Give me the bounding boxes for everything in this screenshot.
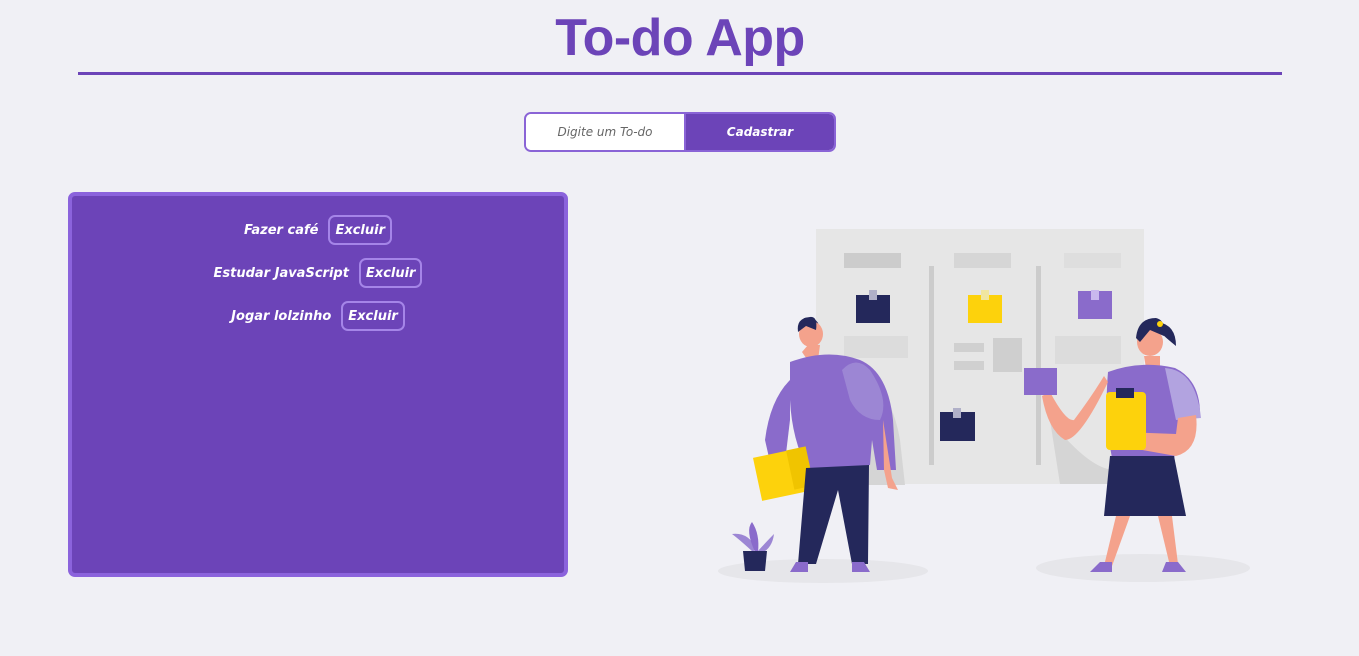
todo-list: Fazer café Excluir Estudar JavaScript Ex… [68,192,568,577]
todo-text: Jogar lolzinho [231,308,332,324]
kanban-board-illustration [718,229,1250,583]
floor-shadow [1036,554,1250,582]
app-title: To-do App [555,9,805,67]
todo-form: Cadastrar [524,112,836,152]
list-item: Estudar JavaScript Excluir [72,257,564,289]
list-item: Fazer café Excluir [72,214,564,246]
delete-button[interactable]: Excluir [358,258,423,288]
app-header: To-do App [78,0,1282,75]
cadastrar-button[interactable]: Cadastrar [686,114,834,150]
delete-button[interactable]: Excluir [328,215,392,245]
todo-text: Estudar JavaScript [213,265,349,281]
list-item: Jogar lolzinho Excluir [72,300,564,332]
delete-button[interactable]: Excluir [341,301,405,331]
todo-text: Fazer café [244,222,319,238]
todo-input[interactable] [526,114,686,150]
